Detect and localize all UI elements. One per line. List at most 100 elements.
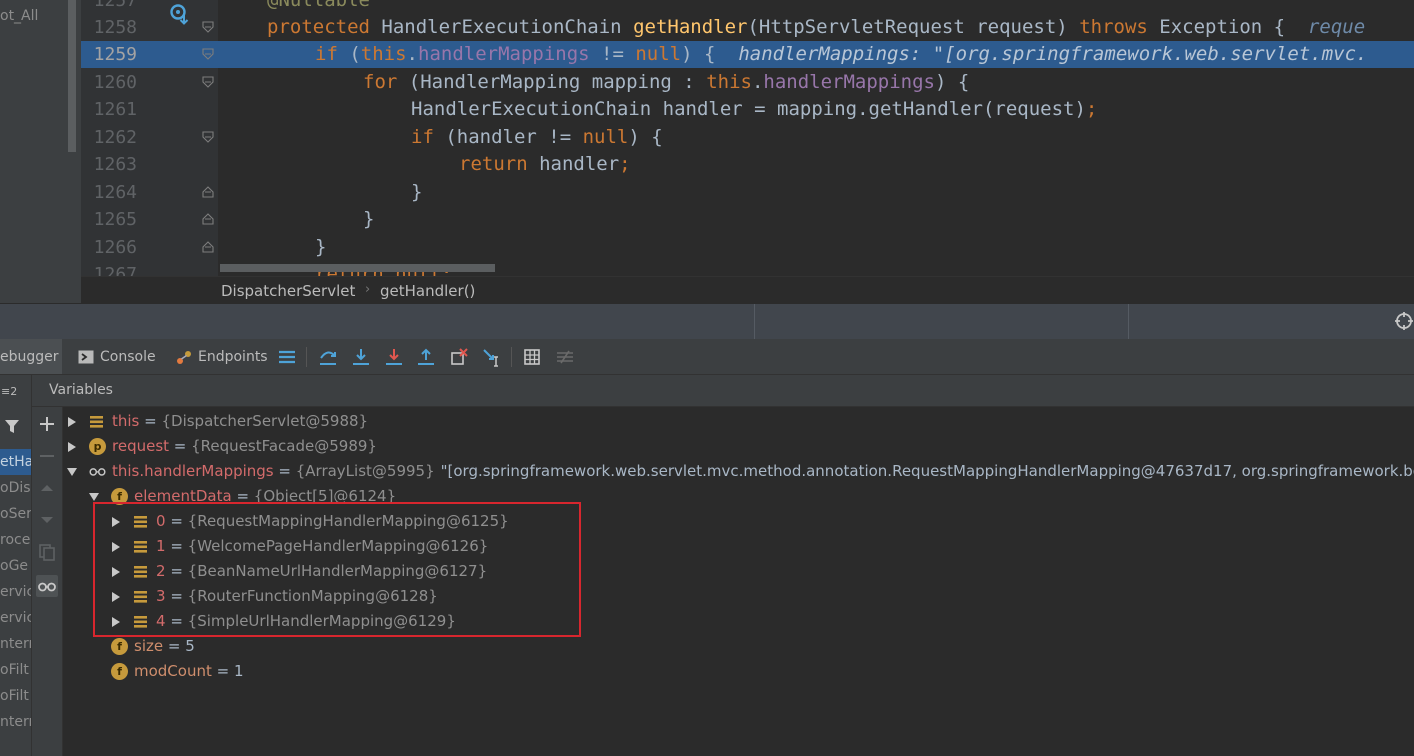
expand-triangle-icon[interactable] — [67, 417, 77, 427]
frame-item[interactable]: oFilt — [0, 657, 31, 683]
frame-item[interactable]: etHa — [0, 449, 31, 475]
move-down-icon[interactable] — [36, 509, 58, 531]
fold-close-icon[interactable] — [202, 241, 214, 253]
code-text[interactable]: HandlerExecutionChain handler = mapping.… — [411, 96, 1097, 123]
code-line[interactable]: 1258 protected HandlerExecutionChain getH… — [81, 14, 1414, 41]
variable-row[interactable]: this.handlerMappings = {ArrayList@5995} "… — [63, 459, 1414, 484]
variable-text: modCount = 1 — [134, 659, 244, 684]
code-editor[interactable]: 1257 @Nullable 1258 protected HandlerExecut… — [81, 0, 1414, 276]
code-token: this — [706, 71, 752, 93]
code-text[interactable]: protected HandlerExecutionChain getHandl… — [267, 14, 1365, 41]
move-up-icon[interactable] — [36, 477, 58, 499]
fold-close-icon[interactable] — [202, 213, 214, 225]
frame-item[interactable]: nterr — [0, 631, 31, 657]
frames-list-icon[interactable] — [277, 347, 297, 367]
code-line[interactable]: 1261 HandlerExecutionChain handler = mapp… — [81, 96, 1414, 123]
show-watches-icon[interactable] — [36, 575, 58, 597]
fold-open-icon[interactable] — [202, 21, 214, 33]
variable-value: {RequestFacade@5989} — [191, 437, 377, 455]
crosshair-icon[interactable] — [1394, 311, 1414, 331]
step-over-icon[interactable] — [318, 347, 338, 367]
project-tree-label[interactable]: ot_All — [0, 8, 38, 24]
code-token: if — [411, 126, 446, 148]
tab-endpoints[interactable]: Endpoints — [176, 339, 268, 374]
project-scrollbar[interactable] — [68, 0, 76, 152]
code-line[interactable]: 1262 if (handler != null) { — [81, 124, 1414, 151]
equals-sign: = — [273, 462, 296, 480]
evaluate-expression-icon[interactable] — [522, 347, 542, 367]
remove-watch-icon[interactable] — [36, 445, 58, 467]
line-number[interactable]: 1263 — [87, 151, 137, 178]
frames-header-label: ≡2 — [1, 385, 18, 398]
fold-close-icon[interactable] — [202, 186, 214, 198]
code-text[interactable]: if (handler != null) { — [411, 124, 663, 151]
expand-triangle-icon[interactable] — [67, 442, 77, 452]
frame-item[interactable]: ervic — [0, 579, 31, 605]
code-line[interactable]: 1265} — [81, 206, 1414, 233]
frame-item[interactable]: oDis — [0, 475, 31, 501]
frame-item[interactable]: nterr — [0, 709, 31, 735]
variable-row[interactable]: this = {DispatcherServlet@5988} — [63, 409, 1414, 434]
step-into-icon[interactable] — [351, 347, 371, 367]
collapse-triangle-icon[interactable] — [67, 467, 77, 477]
run-to-cursor-icon[interactable] — [482, 347, 502, 367]
code-line[interactable]: 1260 for (HandlerMapping mapping : this.h… — [81, 69, 1414, 96]
variable-text: this.handlerMappings = {ArrayList@5995} "… — [112, 459, 1414, 484]
frame-item[interactable]: oFilt — [0, 683, 31, 709]
step-out-icon[interactable] — [416, 347, 436, 367]
tab-console[interactable]: Console — [78, 339, 156, 374]
field-icon: f — [111, 638, 128, 655]
breadcrumb-method[interactable]: getHandler() — [380, 282, 475, 300]
code-token: for — [363, 71, 409, 93]
line-number[interactable]: 1262 — [87, 124, 137, 151]
code-text[interactable]: } — [315, 234, 326, 261]
fold-open-icon[interactable] — [202, 131, 214, 143]
code-line[interactable]: 1259 if (this.handlerMappings != null) { … — [81, 41, 1414, 68]
code-text[interactable]: } — [411, 179, 422, 206]
code-text[interactable]: if (this.handlerMappings != null) { hand… — [315, 41, 1367, 68]
breakpoint-exec-icon[interactable] — [169, 3, 191, 25]
variable-row[interactable]: p request = {RequestFacade@5989} — [63, 434, 1414, 459]
code-line[interactable]: 1266} — [81, 234, 1414, 261]
trace-stream-icon[interactable] — [555, 347, 575, 367]
line-number[interactable]: 1258 — [87, 14, 137, 41]
line-number[interactable]: 1267 — [87, 261, 137, 276]
frames-header[interactable]: ≡2 — [0, 375, 31, 409]
line-number[interactable]: 1260 — [87, 69, 137, 96]
tab-debugger[interactable]: ebugger — [0, 339, 62, 374]
copy-icon[interactable] — [36, 541, 58, 563]
line-number[interactable]: 1264 — [87, 179, 137, 206]
line-number[interactable]: 1259 — [87, 41, 137, 68]
editor-horizontal-scrollbar[interactable] — [220, 264, 495, 272]
code-text[interactable]: @Nullable — [267, 0, 370, 14]
line-number[interactable]: 1265 — [87, 206, 137, 233]
variables-toolbar — [32, 407, 63, 756]
frame-item[interactable]: oGe — [0, 553, 31, 579]
fold-open-icon[interactable] — [202, 48, 214, 60]
code-text[interactable]: return handler; — [459, 151, 631, 178]
line-number[interactable]: 1261 — [87, 96, 137, 123]
line-number[interactable]: 1257 — [87, 0, 137, 14]
filter-icon[interactable] — [4, 418, 20, 434]
equals-sign: = — [211, 662, 234, 680]
frame-item[interactable]: oSer — [0, 501, 31, 527]
frame-item[interactable]: roce — [0, 527, 31, 553]
array-element-icon — [90, 416, 103, 428]
frame-item[interactable]: ervic — [0, 605, 31, 631]
drop-frame-icon[interactable] — [449, 347, 469, 367]
code-line[interactable]: 1257 @Nullable — [81, 0, 1414, 14]
variables-tree[interactable]: this = {DispatcherServlet@5988} p request … — [63, 407, 1414, 756]
code-line[interactable]: 1264} — [81, 179, 1414, 206]
equals-sign: = — [139, 412, 162, 430]
collapse-triangle-icon[interactable] — [89, 492, 99, 502]
add-watch-icon[interactable] — [36, 413, 58, 435]
force-step-into-icon[interactable] — [384, 347, 404, 367]
fold-open-icon[interactable] — [202, 76, 214, 88]
breadcrumb-class[interactable]: DispatcherServlet — [221, 282, 355, 300]
code-text[interactable]: } — [363, 206, 374, 233]
code-text[interactable]: for (HandlerMapping mapping : this.handl… — [363, 69, 969, 96]
variable-row[interactable]: f modCount = 1 — [63, 659, 1414, 684]
line-number[interactable]: 1266 — [87, 234, 137, 261]
variable-row[interactable]: f size = 5 — [63, 634, 1414, 659]
code-line[interactable]: 1263 return handler; — [81, 151, 1414, 178]
